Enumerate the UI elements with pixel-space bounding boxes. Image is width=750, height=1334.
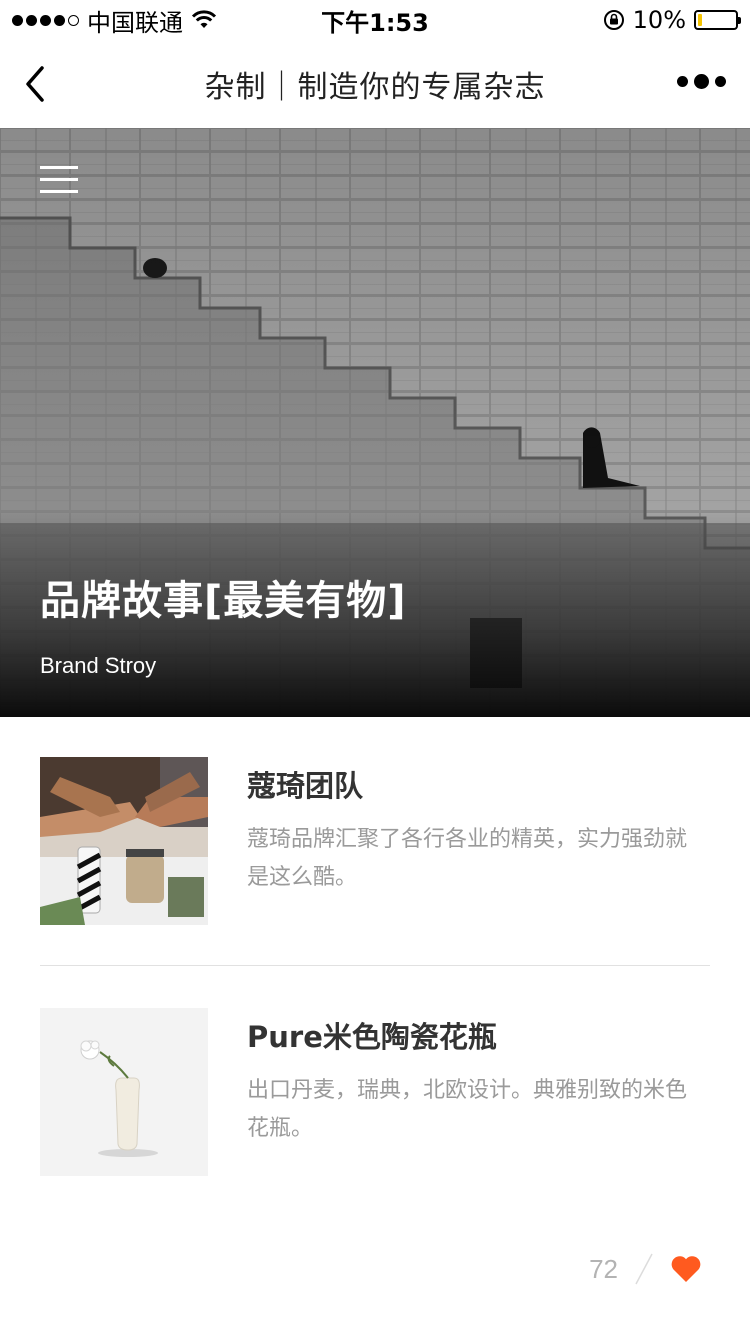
vase-photo bbox=[40, 1008, 208, 1176]
article-text: 蔻琦团队 蔻琦品牌汇聚了各行各业的精英，实力强劲就是这么酷。 bbox=[247, 757, 710, 925]
carrier-group: 中国联通 bbox=[12, 3, 217, 38]
article-text: Pure米色陶瓷花瓶 出口丹麦，瑞典，北欧设计。典雅别致的米色花瓶。 bbox=[247, 1008, 710, 1176]
battery-icon bbox=[694, 10, 741, 30]
hero-subtitle: Brand Stroy bbox=[40, 653, 157, 678]
wifi-icon bbox=[191, 10, 217, 28]
page-title: 杂制｜制造你的专属杂志 bbox=[204, 70, 546, 105]
carrier-name: 中国联通 bbox=[87, 8, 183, 37]
hero-title: 品牌故事[最美有物] bbox=[40, 578, 407, 624]
list-item[interactable]: Pure米色陶瓷花瓶 出口丹麦，瑞典，北欧设计。典雅别致的米色花瓶。 bbox=[40, 1008, 710, 1176]
chevron-left-icon[interactable] bbox=[18, 62, 58, 106]
list-item[interactable]: 蔻琦团队 蔻琦品牌汇聚了各行各业的精英，实力强劲就是这么酷。 bbox=[40, 757, 710, 925]
article-description: 出口丹麦，瑞典，北欧设计。典雅别致的米色花瓶。 bbox=[247, 1078, 688, 1141]
signal-strength-icon bbox=[12, 14, 79, 26]
hero-image bbox=[0, 128, 750, 717]
article-title: 蔻琦团队 bbox=[247, 769, 364, 803]
team-photo bbox=[40, 757, 208, 925]
like-count: 72 bbox=[589, 1253, 618, 1284]
hero-banner[interactable]: 品牌故事[最美有物] Brand Stroy bbox=[0, 128, 750, 717]
heart-icon[interactable] bbox=[670, 1254, 702, 1284]
battery-level bbox=[698, 14, 702, 26]
battery-group: 10% bbox=[603, 6, 741, 34]
article-description: 蔻琦品牌汇聚了各行各业的精英，实力强劲就是这么酷。 bbox=[247, 827, 688, 890]
rotation-lock-icon bbox=[603, 10, 624, 30]
divider bbox=[40, 965, 710, 966]
separator-slash bbox=[635, 1253, 653, 1285]
navigation-bar: 杂制｜制造你的专属杂志 bbox=[0, 40, 750, 128]
article-title: Pure米色陶瓷花瓶 bbox=[247, 1020, 497, 1054]
status-bar: 中国联通 下午1:53 10% bbox=[0, 0, 750, 40]
hamburger-menu-icon[interactable] bbox=[40, 166, 78, 194]
battery-percent: 10% bbox=[632, 6, 686, 34]
more-dots-icon[interactable] bbox=[677, 74, 726, 89]
like-bar: 72 bbox=[589, 1252, 702, 1286]
